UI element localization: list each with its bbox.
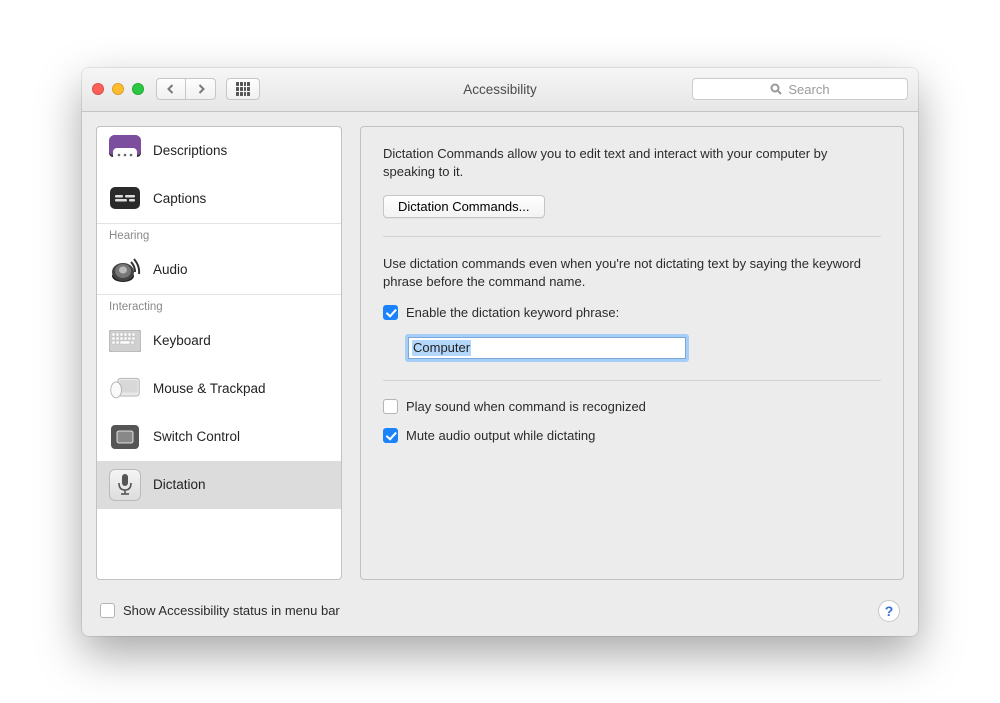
show-status-checkbox[interactable] <box>100 603 115 618</box>
keyboard-icon <box>109 325 141 357</box>
mute-audio-checkbox[interactable] <box>383 428 398 443</box>
sidebar-item-label: Dictation <box>153 477 206 492</box>
sidebar-item-switch-control[interactable]: Switch Control <box>97 413 341 461</box>
dictation-icon <box>109 469 141 501</box>
descriptions-icon <box>109 135 141 167</box>
sidebar-item-captions[interactable]: Captions <box>97 175 341 223</box>
enable-keyword-label: Enable the dictation keyword phrase: <box>406 305 619 320</box>
mute-audio-label: Mute audio output while dictating <box>406 428 595 443</box>
switch-control-icon <box>109 421 141 453</box>
zoom-window-button[interactable] <box>132 83 144 95</box>
sidebar-item-label: Mouse & Trackpad <box>153 381 266 396</box>
sidebar-item-label: Descriptions <box>153 143 227 158</box>
keyword-value: Computer <box>412 340 471 356</box>
captions-icon <box>109 183 141 215</box>
show-status-label: Show Accessibility status in menu bar <box>123 603 340 618</box>
sidebar-item-descriptions[interactable]: Descriptions <box>97 127 341 175</box>
audio-icon <box>109 254 141 286</box>
enable-keyword-checkbox[interactable] <box>383 305 398 320</box>
keyword-field-row: Computer <box>383 334 881 362</box>
keyword-text-field[interactable]: Computer <box>408 337 686 359</box>
keyword-field-focus-ring: Computer <box>405 334 689 362</box>
sidebar-item-label: Switch Control <box>153 429 240 444</box>
chevron-left-icon <box>165 83 177 95</box>
forward-button[interactable] <box>186 78 216 100</box>
category-sidebar: Descriptions Captions Hearing Audio Inte… <box>96 126 342 580</box>
sidebar-item-keyboard[interactable]: Keyboard <box>97 317 341 365</box>
sidebar-item-label: Keyboard <box>153 333 211 348</box>
grid-icon <box>236 82 250 96</box>
play-sound-row: Play sound when command is recognized <box>383 399 881 414</box>
sidebar-item-audio[interactable]: Audio <box>97 246 341 294</box>
use-commands-text: Use dictation commands even when you're … <box>383 255 881 291</box>
minimize-window-button[interactable] <box>112 83 124 95</box>
search-field[interactable]: Search <box>692 78 908 100</box>
sidebar-header-hearing: Hearing <box>97 223 341 246</box>
sidebar-item-label: Captions <box>153 191 206 206</box>
footer: Show Accessibility status in menu bar ? <box>82 594 918 636</box>
titlebar: Accessibility Search <box>82 68 918 112</box>
dictation-commands-button[interactable]: Dictation Commands... <box>383 195 545 218</box>
show-all-button[interactable] <box>226 78 260 100</box>
nav-back-forward <box>156 78 216 100</box>
play-sound-label: Play sound when command is recognized <box>406 399 646 414</box>
play-sound-checkbox[interactable] <box>383 399 398 414</box>
divider <box>383 236 881 237</box>
preferences-window: Accessibility Search Descriptions Captio… <box>82 68 918 636</box>
sidebar-item-mouse-trackpad[interactable]: Mouse & Trackpad <box>97 365 341 413</box>
show-status-row: Show Accessibility status in menu bar <box>100 603 340 618</box>
back-button[interactable] <box>156 78 186 100</box>
enable-keyword-row: Enable the dictation keyword phrase: <box>383 305 881 320</box>
mouse-trackpad-icon <box>109 373 141 405</box>
search-icon <box>770 83 782 95</box>
settings-pane: Dictation Commands allow you to edit tex… <box>360 126 904 580</box>
content-area: Descriptions Captions Hearing Audio Inte… <box>82 112 918 594</box>
sidebar-item-label: Audio <box>153 262 188 277</box>
help-button[interactable]: ? <box>878 600 900 622</box>
sidebar-item-dictation[interactable]: Dictation <box>97 461 341 509</box>
divider <box>383 380 881 381</box>
close-window-button[interactable] <box>92 83 104 95</box>
help-icon: ? <box>885 603 894 619</box>
intro-text: Dictation Commands allow you to edit tex… <box>383 145 881 181</box>
traffic-lights <box>92 83 144 95</box>
chevron-right-icon <box>195 83 207 95</box>
mute-audio-row: Mute audio output while dictating <box>383 428 881 443</box>
sidebar-header-interacting: Interacting <box>97 294 341 317</box>
search-placeholder: Search <box>788 82 829 97</box>
